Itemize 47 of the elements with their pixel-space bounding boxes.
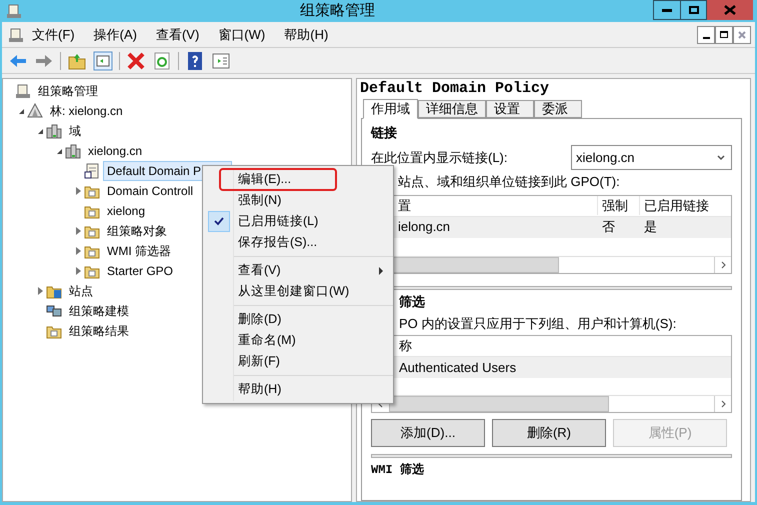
menu-item[interactable]: 帮助(H) (235, 380, 284, 399)
menu-item[interactable]: 重命名(M) (235, 331, 299, 350)
tree-item[interactable]: 林: xielong.cn (46, 101, 127, 121)
tree-item[interactable]: 组策略对象 (103, 221, 171, 241)
column-header[interactable]: 强制 (597, 196, 639, 216)
section-heading: 链接 (371, 124, 398, 142)
location-dropdown[interactable]: xielong.cn (571, 145, 732, 170)
window-title: 组策略管理 (300, 2, 375, 19)
menu-item[interactable]: 删除(D) (235, 310, 284, 329)
section-heading: WMI 筛选 (371, 462, 425, 479)
table-cell-text: 否 (601, 218, 616, 236)
menu-item[interactable]: 保存报告(S)... (235, 233, 320, 252)
menu-item[interactable]: 窗口(W) (218, 24, 266, 44)
menu-item[interactable]: 文件(F) (32, 24, 75, 44)
panel-title: Default Domain Policy (359, 79, 550, 99)
action-button[interactable]: 添加(D)... (371, 419, 485, 447)
tree-item[interactable]: WMI 筛选器 (103, 241, 175, 261)
menu-item[interactable]: 操作(A) (94, 24, 137, 44)
menu-item[interactable]: 从这里创建窗口(W) (235, 282, 352, 301)
section-heading: 筛选 (398, 292, 426, 310)
field-label: 在此位置内显示链接(L): (371, 148, 508, 167)
tree-item[interactable]: 站点 (65, 281, 97, 301)
menu-item[interactable]: 帮助(H) (284, 24, 328, 44)
tab[interactable]: 详细信息 (418, 100, 486, 118)
table-cell-text: 是 (643, 218, 658, 236)
column-header[interactable]: 已启用链接 (639, 196, 731, 216)
menu-item[interactable]: 查看(V) (156, 24, 200, 44)
action-button[interactable]: 删除(R) (492, 419, 606, 447)
field-label: 站点、域和组织单位链接到此 GPO(T): (397, 173, 621, 191)
tree-item[interactable]: 组策略管理 (34, 81, 102, 101)
tree-item[interactable]: Starter GPO (103, 261, 178, 281)
tree-item[interactable]: Domain Controll (103, 181, 198, 201)
field-label: PO 内的设置只应用于下列组、用户和计算机(S): (398, 314, 678, 333)
tree-item[interactable]: 域 (65, 121, 85, 141)
tab[interactable]: 作用域 (363, 99, 418, 119)
tree-item[interactable]: xielong (103, 201, 150, 221)
table-cell-text: Authenticated Users (398, 358, 516, 377)
menu-item[interactable]: 查看(V) (235, 261, 284, 280)
menu-item[interactable]: 强制(N) (235, 191, 284, 210)
tab[interactable]: 委派 (534, 100, 582, 118)
table-cell-text: ielong.cn (397, 218, 452, 236)
menu-item[interactable]: 刷新(F) (235, 352, 283, 371)
menu-item[interactable]: 已启用链接(L) (235, 212, 322, 231)
tree-item[interactable]: 组策略结果 (65, 321, 133, 341)
tree-item[interactable]: 组策略建模 (65, 301, 133, 321)
tree-item[interactable]: xielong.cn (84, 141, 146, 161)
tab[interactable]: 设置 (486, 100, 534, 118)
